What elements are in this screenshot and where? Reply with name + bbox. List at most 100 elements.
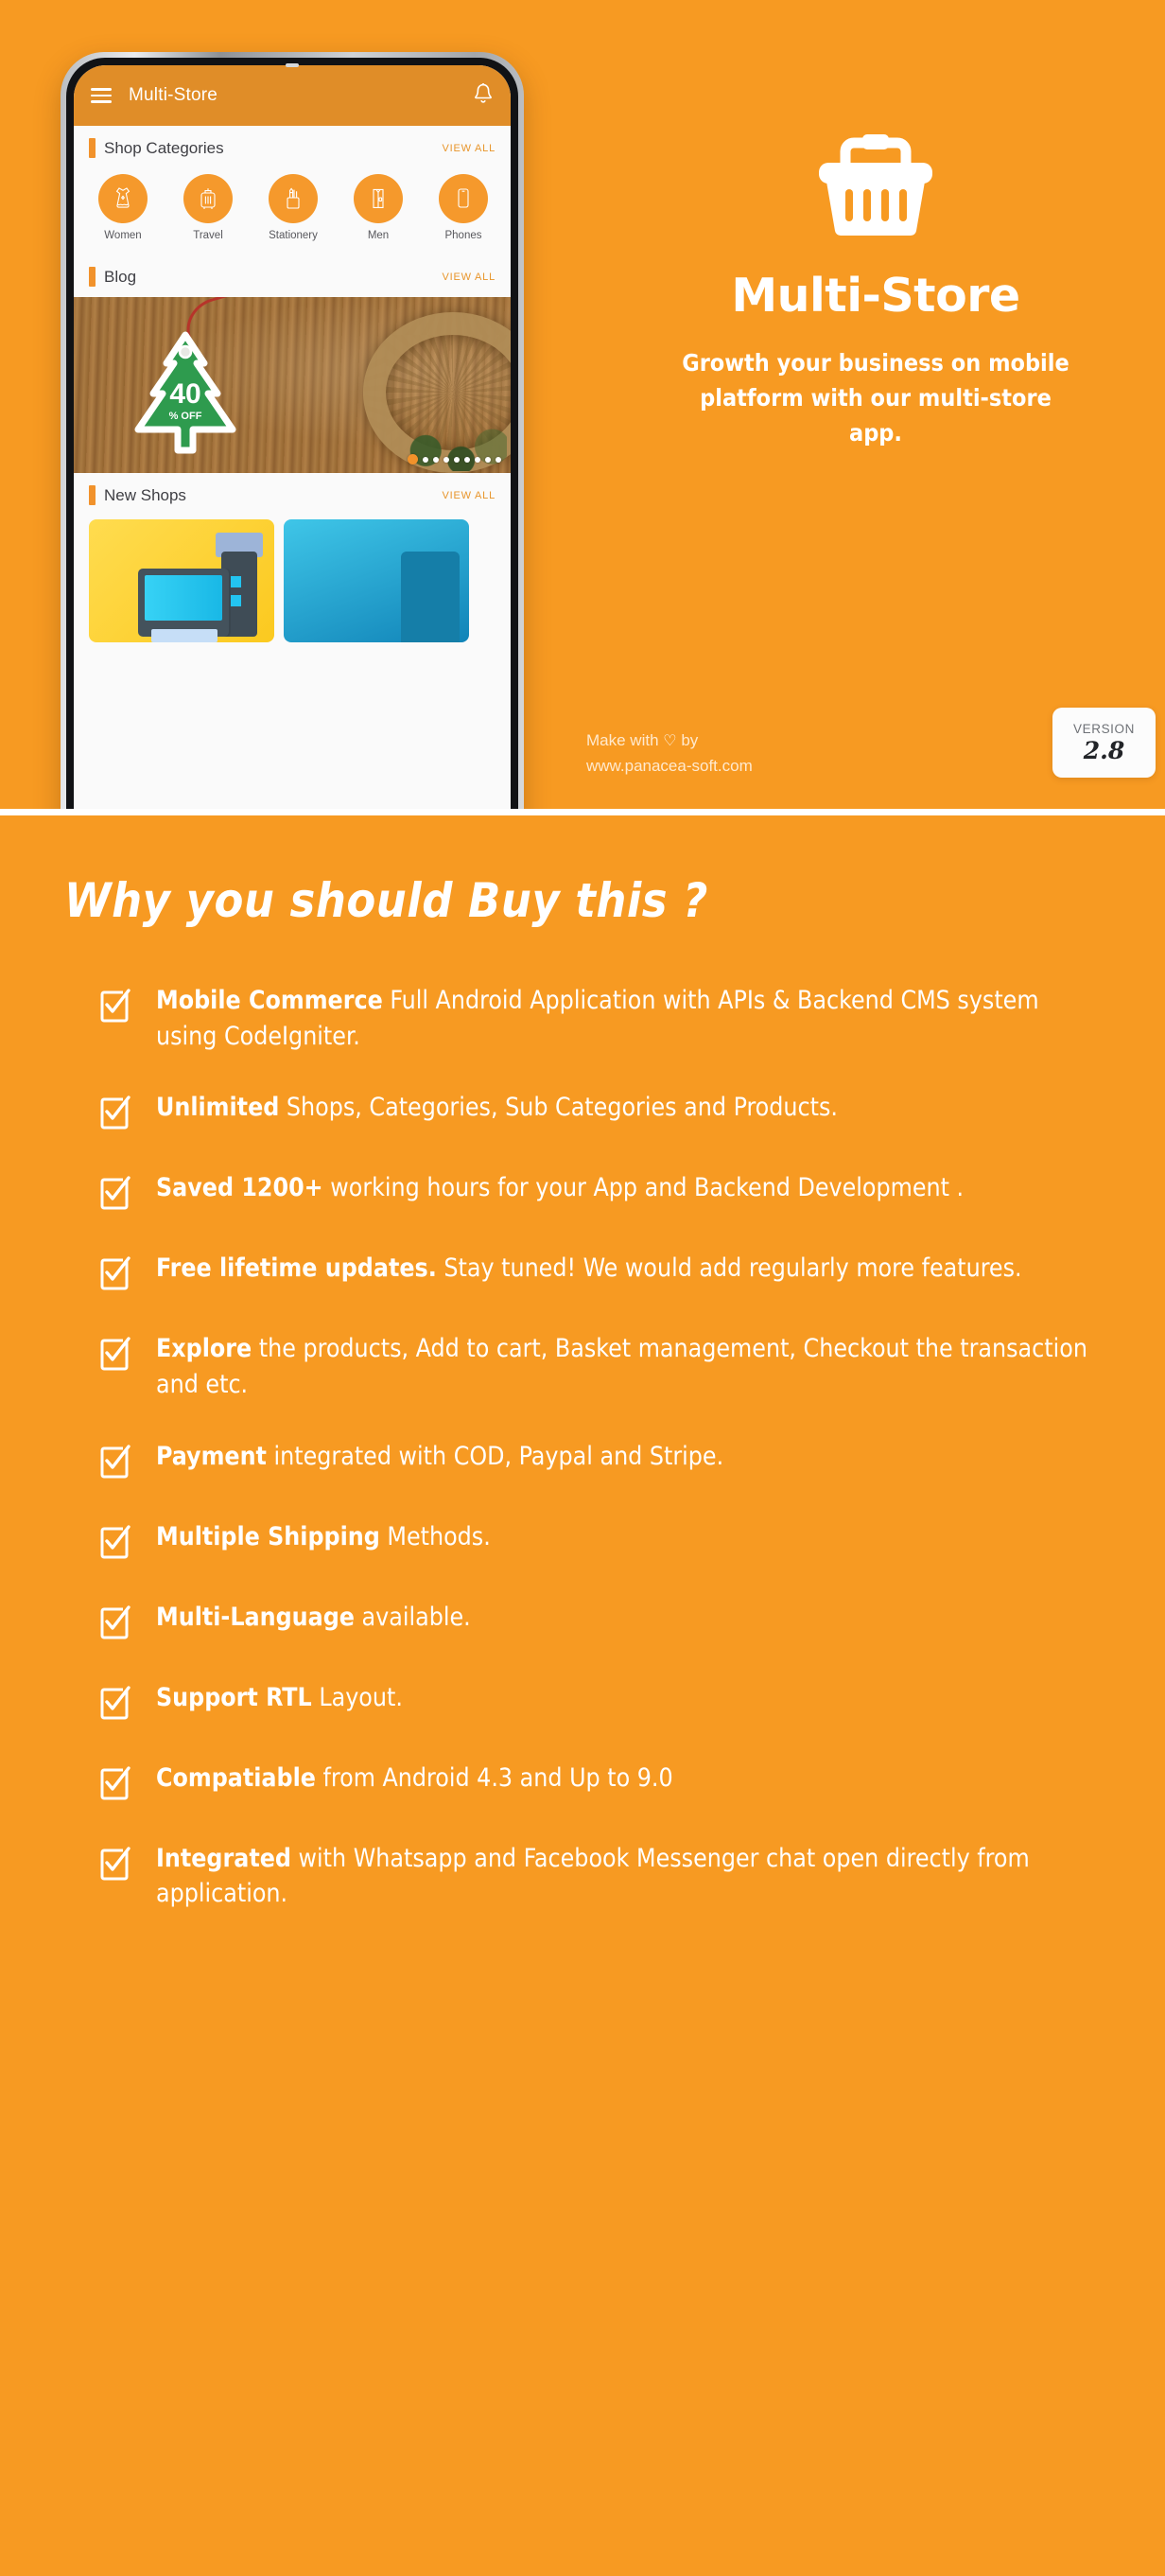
carousel-dot[interactable] [475,456,480,463]
checkbox-checked-icon [98,1170,130,1215]
features-heading: Why you should Buy this ? [64,873,708,928]
checkbox-checked-icon [98,1331,130,1402]
carousel-dot[interactable] [496,456,501,463]
checkbox-checked-icon [98,1761,130,1805]
features-section: Why you should Buy this ? Mobile Commerc… [0,809,1165,2005]
feature-text: Mobile Commerce Full Android Application… [156,986,1039,1051]
feature-item: Explore the products, Add to cart, Baske… [98,1331,1099,1402]
category-item-travel[interactable]: Travel [172,174,244,241]
features-list: Mobile Commerce Full Android Application… [0,983,1165,2005]
app-title: Multi-Store [129,85,218,105]
suitcase-icon [183,174,233,223]
basket-logo [586,0,1165,240]
carousel-dot-active[interactable] [408,454,418,464]
credit-block: Make with ♡ by www.panacea-soft.com [586,728,898,779]
phone-mockup: Multi-Store Shop Categories VIEW ALL Wom… [61,52,524,809]
carousel-dot[interactable] [423,456,428,463]
blog-banner[interactable]: 40 % OFF [74,297,511,473]
carousel-dot[interactable] [454,456,460,463]
brand-title: Multi-Store [731,269,1020,323]
feature-item: Support RTL Layout. [98,1680,1099,1725]
view-all-shop-categories[interactable]: VIEW ALL [442,143,496,154]
checkbox-checked-icon [98,1090,130,1134]
category-label: Stationery [269,230,318,241]
shirt-icon [354,174,403,223]
view-all-blog[interactable]: VIEW ALL [442,272,496,283]
feature-text-bold: Payment [156,1441,267,1471]
feature-text: Saved 1200+ working hours for your App a… [156,1173,965,1203]
version-number: 2.8 [1083,736,1125,764]
checkbox-checked-icon [98,983,130,1054]
carousel-dot[interactable] [485,456,491,463]
brand-tagline: Growth your business on mobile platform … [682,349,1069,447]
hero-brand-column: Multi-Store Growth your business on mobi… [586,0,1165,809]
carousel-dot[interactable] [433,456,439,463]
section-title: Shop Categories [104,138,224,157]
category-label: Men [367,230,390,241]
checkbox-checked-icon [98,1680,130,1725]
carousel-dot[interactable] [464,456,470,463]
feature-text-bold: Multiple Shipping [156,1521,380,1551]
feature-text-bold: Saved 1200+ [156,1173,323,1203]
pen-holder-icon [269,174,318,223]
phone-bezel: Multi-Store Shop Categories VIEW ALL Wom… [66,58,518,809]
shopping-basket-icon [819,134,932,237]
new-shops-carousel[interactable] [74,516,511,642]
version-label: VERSION [1073,721,1135,736]
checkbox-checked-icon [98,1439,130,1483]
dress-icon [98,174,148,223]
feature-text: Unlimited Shops, Categories, Sub Categor… [156,1093,838,1123]
hamburger-menu-icon[interactable] [91,88,112,103]
phone-screen: Multi-Store Shop Categories VIEW ALL Wom… [74,65,511,809]
shop-illustration-shape [401,552,460,642]
category-label: Travel [193,230,223,241]
bell-icon[interactable] [473,82,494,110]
feature-text-bold: Multi-Language [156,1602,355,1632]
category-item-women[interactable]: Women [87,174,159,241]
feature-text-bold: Free lifetime updates. [156,1253,437,1284]
section-title: Blog [104,267,137,286]
credit-website[interactable]: www.panacea-soft.com [586,754,898,779]
feature-item: Unlimited Shops, Categories, Sub Categor… [98,1090,1099,1134]
feature-item: Saved 1200+ working hours for your App a… [98,1170,1099,1215]
smartphone-icon [439,174,488,223]
feature-item: Integrated with Whatsapp and Facebook Me… [98,1841,1099,1912]
carousel-dots[interactable] [408,454,501,464]
category-item-phones[interactable]: Phones [427,174,499,241]
checkbox-checked-icon [98,1600,130,1644]
section-title: New Shops [104,485,186,504]
feature-text: Support RTL Layout. [156,1682,403,1712]
section-accent-bar [89,138,96,158]
credit-line-make-with: Make with ♡ by [586,728,898,754]
shop-card[interactable] [89,519,274,642]
feature-text-bold: Explore [156,1334,252,1364]
hero-section: Multi-Store Shop Categories VIEW ALL Wom… [0,0,1165,809]
feature-text-bold: Integrated [156,1843,291,1873]
discount-unit: % OFF [168,411,202,422]
credit-suffix: by [681,731,699,749]
shop-card[interactable] [284,519,469,642]
feature-text: Explore the products, Add to cart, Baske… [156,1334,1087,1399]
feature-item: Mobile Commerce Full Android Application… [98,983,1099,1054]
checkbox-checked-icon [98,1519,130,1564]
checkbox-checked-icon [98,1841,130,1912]
discount-value: 40 [169,378,201,410]
feature-text: Compatiable from Android 4.3 and Up to 9… [156,1762,673,1793]
feature-text-bold: Unlimited [156,1093,280,1123]
section-accent-bar [89,267,96,287]
category-item-stationery[interactable]: Stationery [257,174,329,241]
feature-text-bold: Compatiable [156,1762,316,1793]
discount-text: 40 % OFF [127,378,244,423]
carousel-dot[interactable] [443,456,449,463]
monitor-shape [138,569,229,642]
category-strip[interactable]: Women Travel Stationery Men Phones [74,168,511,254]
feature-text-bold: Support RTL [156,1682,312,1712]
version-badge: VERSION 2.8 [1052,708,1156,778]
phone-speaker [286,63,299,67]
feature-item: Multi-Language available. [98,1600,1099,1644]
section-header-new-shops: New Shops VIEW ALL [74,473,511,516]
feature-text: Free lifetime updates. Stay tuned! We wo… [156,1253,1022,1284]
view-all-new-shops[interactable]: VIEW ALL [442,490,496,501]
credit-prefix: Make with [586,731,659,749]
category-item-men[interactable]: Men [342,174,414,241]
